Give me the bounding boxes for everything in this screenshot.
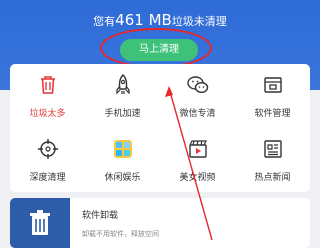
annotation-arrow	[165, 86, 213, 241]
